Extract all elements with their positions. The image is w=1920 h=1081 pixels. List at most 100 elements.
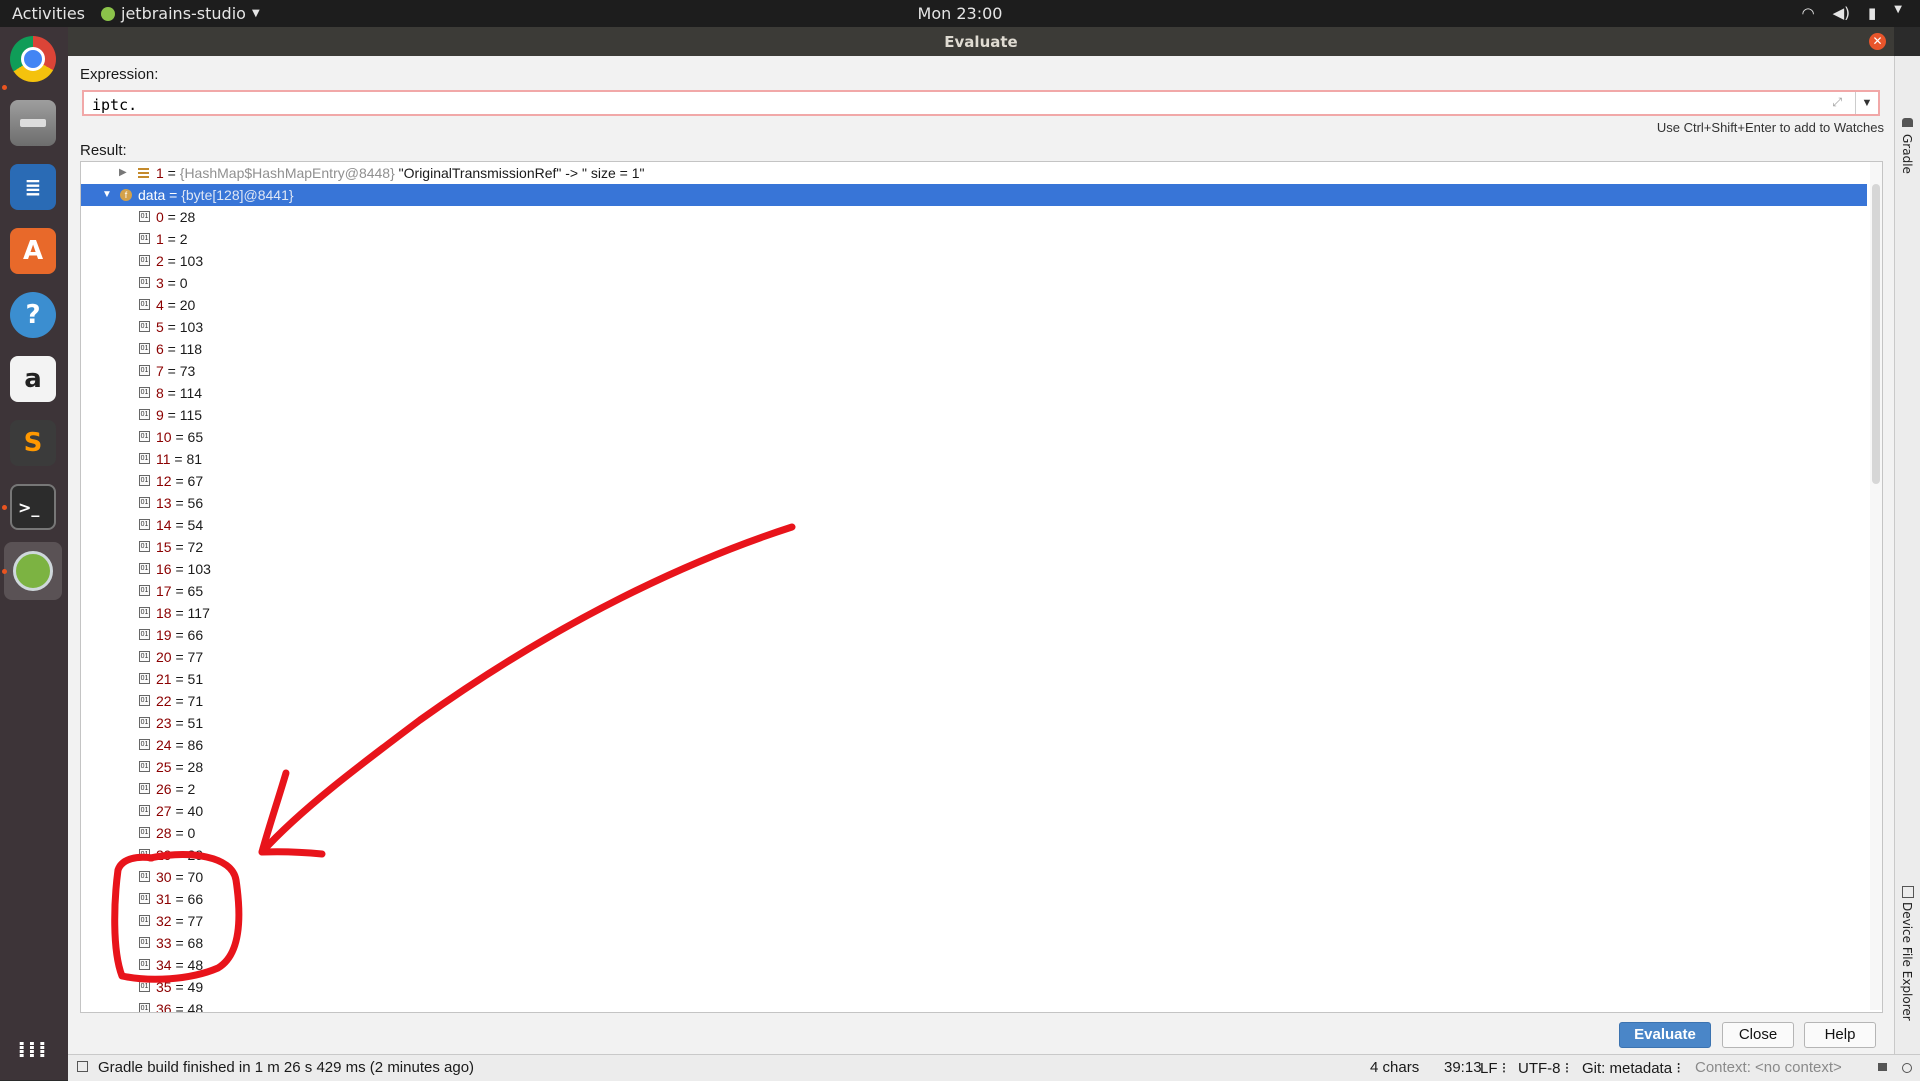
close-window-icon[interactable]: ✕ bbox=[1869, 33, 1886, 50]
primitive-value-icon: 01 bbox=[139, 563, 150, 574]
files-icon[interactable] bbox=[10, 100, 56, 146]
clock[interactable]: Mon 23:00 bbox=[0, 4, 1920, 23]
tree-row-item[interactable]: 01 21 = 51 bbox=[81, 668, 1867, 690]
sublime-text-icon[interactable]: S bbox=[10, 420, 56, 466]
tree-row-item[interactable]: 01 24 = 86 bbox=[81, 734, 1867, 756]
tree-row-item[interactable]: 01 19 = 66 bbox=[81, 624, 1867, 646]
primitive-value-icon: 01 bbox=[139, 607, 150, 618]
result-tree[interactable]: ▶ 1 = {HashMap$HashMapEntry@8448} "Origi… bbox=[80, 161, 1883, 1013]
tree-row-item[interactable]: 01 36 = 48 bbox=[81, 998, 1867, 1012]
item-equals: = bbox=[163, 275, 180, 291]
tree-row-item[interactable]: 01 15 = 72 bbox=[81, 536, 1867, 558]
inspector-icon[interactable] bbox=[1902, 1063, 1912, 1073]
primitive-value-icon: 01 bbox=[139, 673, 150, 684]
writer-icon[interactable]: ≣ bbox=[10, 164, 56, 210]
tree-row-item[interactable]: 01 7 = 73 bbox=[81, 360, 1867, 382]
scrollbar-thumb[interactable] bbox=[1872, 184, 1880, 484]
tree-row-item[interactable]: 01 9 = 115 bbox=[81, 404, 1867, 426]
tree-row-entry[interactable]: ▶ 1 = {HashMap$HashMapEntry@8448} "Origi… bbox=[81, 162, 1867, 184]
expression-field[interactable]: ⤢ ▼ bbox=[82, 90, 1880, 116]
item-index: 7 bbox=[156, 363, 164, 379]
primitive-value-icon: 01 bbox=[139, 321, 150, 332]
tree-row-item[interactable]: 01 34 = 48 bbox=[81, 954, 1867, 976]
item-equals: = bbox=[171, 781, 188, 797]
expand-editor-icon[interactable]: ⤢ bbox=[1832, 95, 1842, 110]
tree-row-item[interactable]: 01 11 = 81 bbox=[81, 448, 1867, 470]
tree-row-item[interactable]: 01 35 = 49 bbox=[81, 976, 1867, 998]
tree-row-item[interactable]: 01 32 = 77 bbox=[81, 910, 1867, 932]
amazon-icon[interactable]: a bbox=[10, 356, 56, 402]
tree-row-item[interactable]: 01 23 = 51 bbox=[81, 712, 1867, 734]
caret-position[interactable]: 39:13 bbox=[1444, 1059, 1482, 1076]
software-center-icon[interactable]: A bbox=[10, 228, 56, 274]
tree-row-item[interactable]: 01 30 = 70 bbox=[81, 866, 1867, 888]
item-value: 0 bbox=[187, 825, 196, 841]
primitive-value-icon: 01 bbox=[139, 783, 150, 794]
tree-row-item[interactable]: 01 28 = 0 bbox=[81, 822, 1867, 844]
collapse-arrow-icon[interactable]: ▼ bbox=[102, 184, 112, 206]
primitive-value-icon: 01 bbox=[139, 959, 150, 970]
tree-row-item[interactable]: 01 27 = 40 bbox=[81, 800, 1867, 822]
item-equals: = bbox=[163, 341, 180, 357]
vertical-scrollbar[interactable] bbox=[1870, 162, 1882, 1010]
close-button[interactable]: Close bbox=[1722, 1022, 1794, 1048]
tree-row-item[interactable]: 01 17 = 65 bbox=[81, 580, 1867, 602]
show-applications-icon[interactable]: ⁞⁞⁞ bbox=[10, 1027, 56, 1073]
right-tool-strip: Gradle Device File Explorer bbox=[1894, 56, 1920, 1054]
tree-row-item[interactable]: 01 0 = 28 bbox=[81, 206, 1867, 228]
item-index: 9 bbox=[156, 407, 164, 423]
tree-row-item[interactable]: 01 4 = 20 bbox=[81, 294, 1867, 316]
tree-row-item[interactable]: 01 13 = 56 bbox=[81, 492, 1867, 514]
tree-row-item[interactable]: 01 1 = 2 bbox=[81, 228, 1867, 250]
tree-row-item[interactable]: 01 33 = 68 bbox=[81, 932, 1867, 954]
tree-row-item[interactable]: 01 14 = 54 bbox=[81, 514, 1867, 536]
item-value: 48 bbox=[187, 957, 204, 973]
help-button[interactable]: Help bbox=[1804, 1022, 1876, 1048]
item-index: 5 bbox=[156, 319, 164, 335]
tree-row-item[interactable]: 01 26 = 2 bbox=[81, 778, 1867, 800]
primitive-value-icon: 01 bbox=[139, 871, 150, 882]
status-message[interactable]: Gradle build finished in 1 m 26 s 429 ms… bbox=[98, 1059, 474, 1076]
tree-row-item[interactable]: 01 18 = 117 bbox=[81, 602, 1867, 624]
primitive-value-icon: 01 bbox=[139, 387, 150, 398]
git-branch[interactable]: Git: metadata ⁝ bbox=[1582, 1059, 1681, 1077]
context-indicator[interactable]: Context: <no context> bbox=[1695, 1059, 1842, 1076]
app-menu[interactable]: jetbrains-studio ▼ bbox=[101, 4, 260, 23]
device-file-explorer-tab[interactable]: Device File Explorer bbox=[1900, 902, 1914, 1021]
file-encoding[interactable]: UTF-8 ⁝ bbox=[1518, 1059, 1569, 1077]
status-toggle-icon[interactable] bbox=[77, 1061, 88, 1072]
expression-input[interactable] bbox=[90, 94, 1794, 116]
item-value: 0 bbox=[179, 275, 188, 291]
tree-row-item[interactable]: 01 29 = 29 bbox=[81, 844, 1867, 866]
system-tray[interactable]: ◠ ◀) ▮ ▼ bbox=[1802, 4, 1902, 22]
tree-row-item[interactable]: 01 22 = 71 bbox=[81, 690, 1867, 712]
lock-icon[interactable] bbox=[1878, 1063, 1887, 1071]
expand-arrow-icon[interactable]: ▶ bbox=[119, 162, 127, 184]
tree-row-item[interactable]: 01 10 = 65 bbox=[81, 426, 1867, 448]
item-value: 51 bbox=[187, 715, 204, 731]
char-count: 4 chars bbox=[1370, 1059, 1420, 1076]
tree-row-item[interactable]: 01 12 = 67 bbox=[81, 470, 1867, 492]
tree-row-item[interactable]: 01 20 = 77 bbox=[81, 646, 1867, 668]
tree-row-item[interactable]: 01 2 = 103 bbox=[81, 250, 1867, 272]
tree-row-data[interactable]: ▼ f data = {byte[128]@8441} bbox=[81, 184, 1867, 206]
help-icon[interactable]: ? bbox=[10, 292, 56, 338]
tree-row-item[interactable]: 01 31 = 66 bbox=[81, 888, 1867, 910]
terminal-icon[interactable]: >_ bbox=[10, 484, 56, 530]
tree-row-item[interactable]: 01 6 = 118 bbox=[81, 338, 1867, 360]
tree-row-item[interactable]: 01 16 = 103 bbox=[81, 558, 1867, 580]
tree-row-item[interactable]: 01 5 = 103 bbox=[81, 316, 1867, 338]
chrome-icon[interactable] bbox=[10, 36, 56, 82]
item-equals: = bbox=[171, 561, 188, 577]
activities-button[interactable]: Activities bbox=[12, 4, 85, 23]
tree-row-item[interactable]: 01 3 = 0 bbox=[81, 272, 1867, 294]
history-dropdown-icon[interactable]: ▼ bbox=[1855, 92, 1878, 114]
dock: ≣ A ? a S >_ ⁞⁞⁞ bbox=[0, 27, 68, 1080]
line-separator[interactable]: LF ⁝ bbox=[1480, 1059, 1506, 1077]
item-equals: = bbox=[163, 297, 180, 313]
android-studio-icon[interactable] bbox=[4, 542, 62, 600]
gradle-tab[interactable]: Gradle bbox=[1900, 134, 1914, 174]
tree-row-item[interactable]: 01 25 = 28 bbox=[81, 756, 1867, 778]
evaluate-button[interactable]: Evaluate bbox=[1619, 1022, 1711, 1048]
tree-row-item[interactable]: 01 8 = 114 bbox=[81, 382, 1867, 404]
